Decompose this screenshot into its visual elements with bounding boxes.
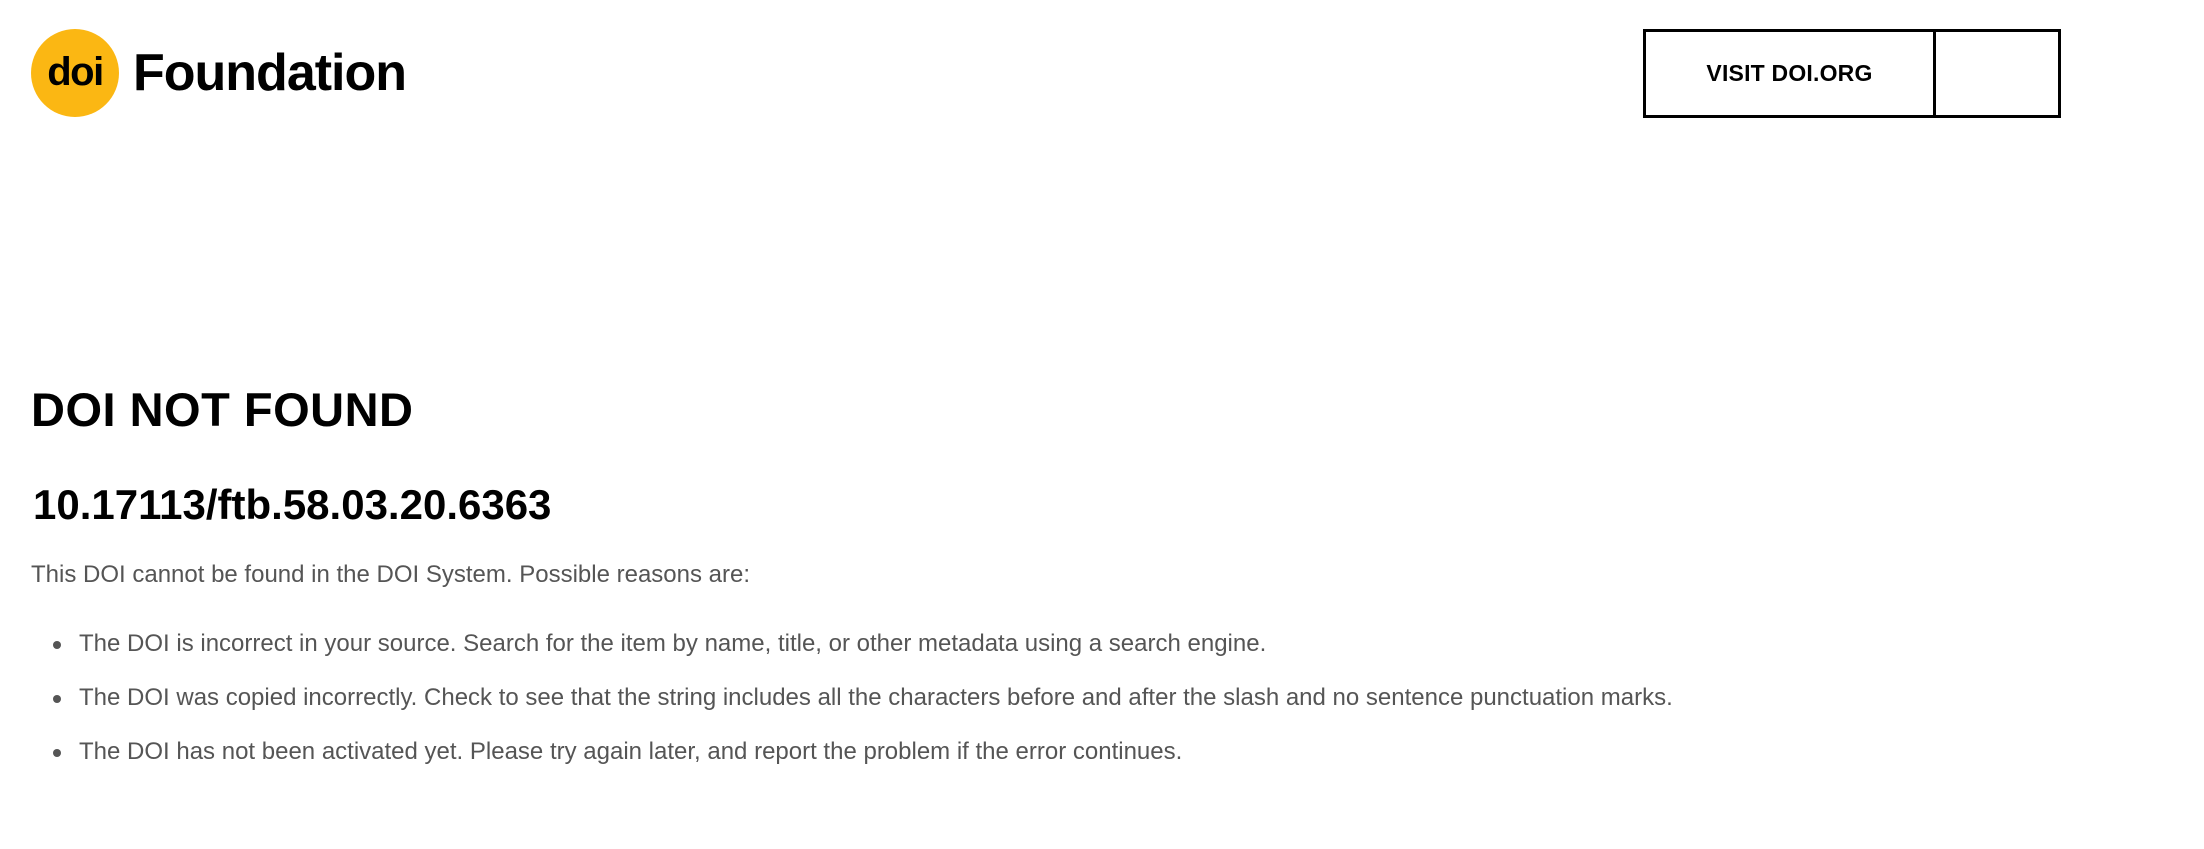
list-item: The DOI has not been activated yet. Plea… — [31, 737, 2131, 767]
list-item: The DOI was copied incorrectly. Check to… — [31, 683, 2131, 713]
list-item: The DOI is incorrect in your source. Sea… — [31, 629, 2131, 659]
doi-identifier: 10.17113/ftb.58.03.20.6363 — [33, 481, 552, 528]
main-content: DOI NOT FOUND 10.17113/ftb.58.03.20.6363… — [31, 380, 2131, 791]
header-button-group: VISIT DOI.ORG — [1643, 29, 2061, 118]
reasons-list: The DOI is incorrect in your source. Sea… — [31, 629, 2131, 767]
menu-button[interactable] — [1936, 32, 2058, 115]
reason-text: The DOI was copied incorrectly. Check to… — [79, 684, 1673, 711]
visit-doi-org-button[interactable]: VISIT DOI.ORG — [1646, 32, 1936, 115]
reason-text: The DOI is incorrect in your source. Sea… — [79, 630, 1267, 657]
bullet-icon — [53, 641, 61, 649]
site-header: doi Foundation VISIT DOI.ORG — [0, 0, 2204, 150]
logo-mark-text: doi — [47, 49, 104, 94]
reason-text: The DOI has not been activated yet. Plea… — [79, 738, 1183, 765]
intro-text: This DOI cannot be found in the DOI Syst… — [31, 561, 751, 588]
bullet-icon — [53, 695, 61, 703]
doi-logo-circle: doi — [31, 29, 119, 117]
bullet-icon — [53, 749, 61, 757]
logo-wordmark: Foundation — [133, 44, 407, 102]
doi-foundation-logo[interactable]: doi Foundation — [31, 28, 407, 118]
page-title: DOI NOT FOUND — [31, 383, 414, 436]
